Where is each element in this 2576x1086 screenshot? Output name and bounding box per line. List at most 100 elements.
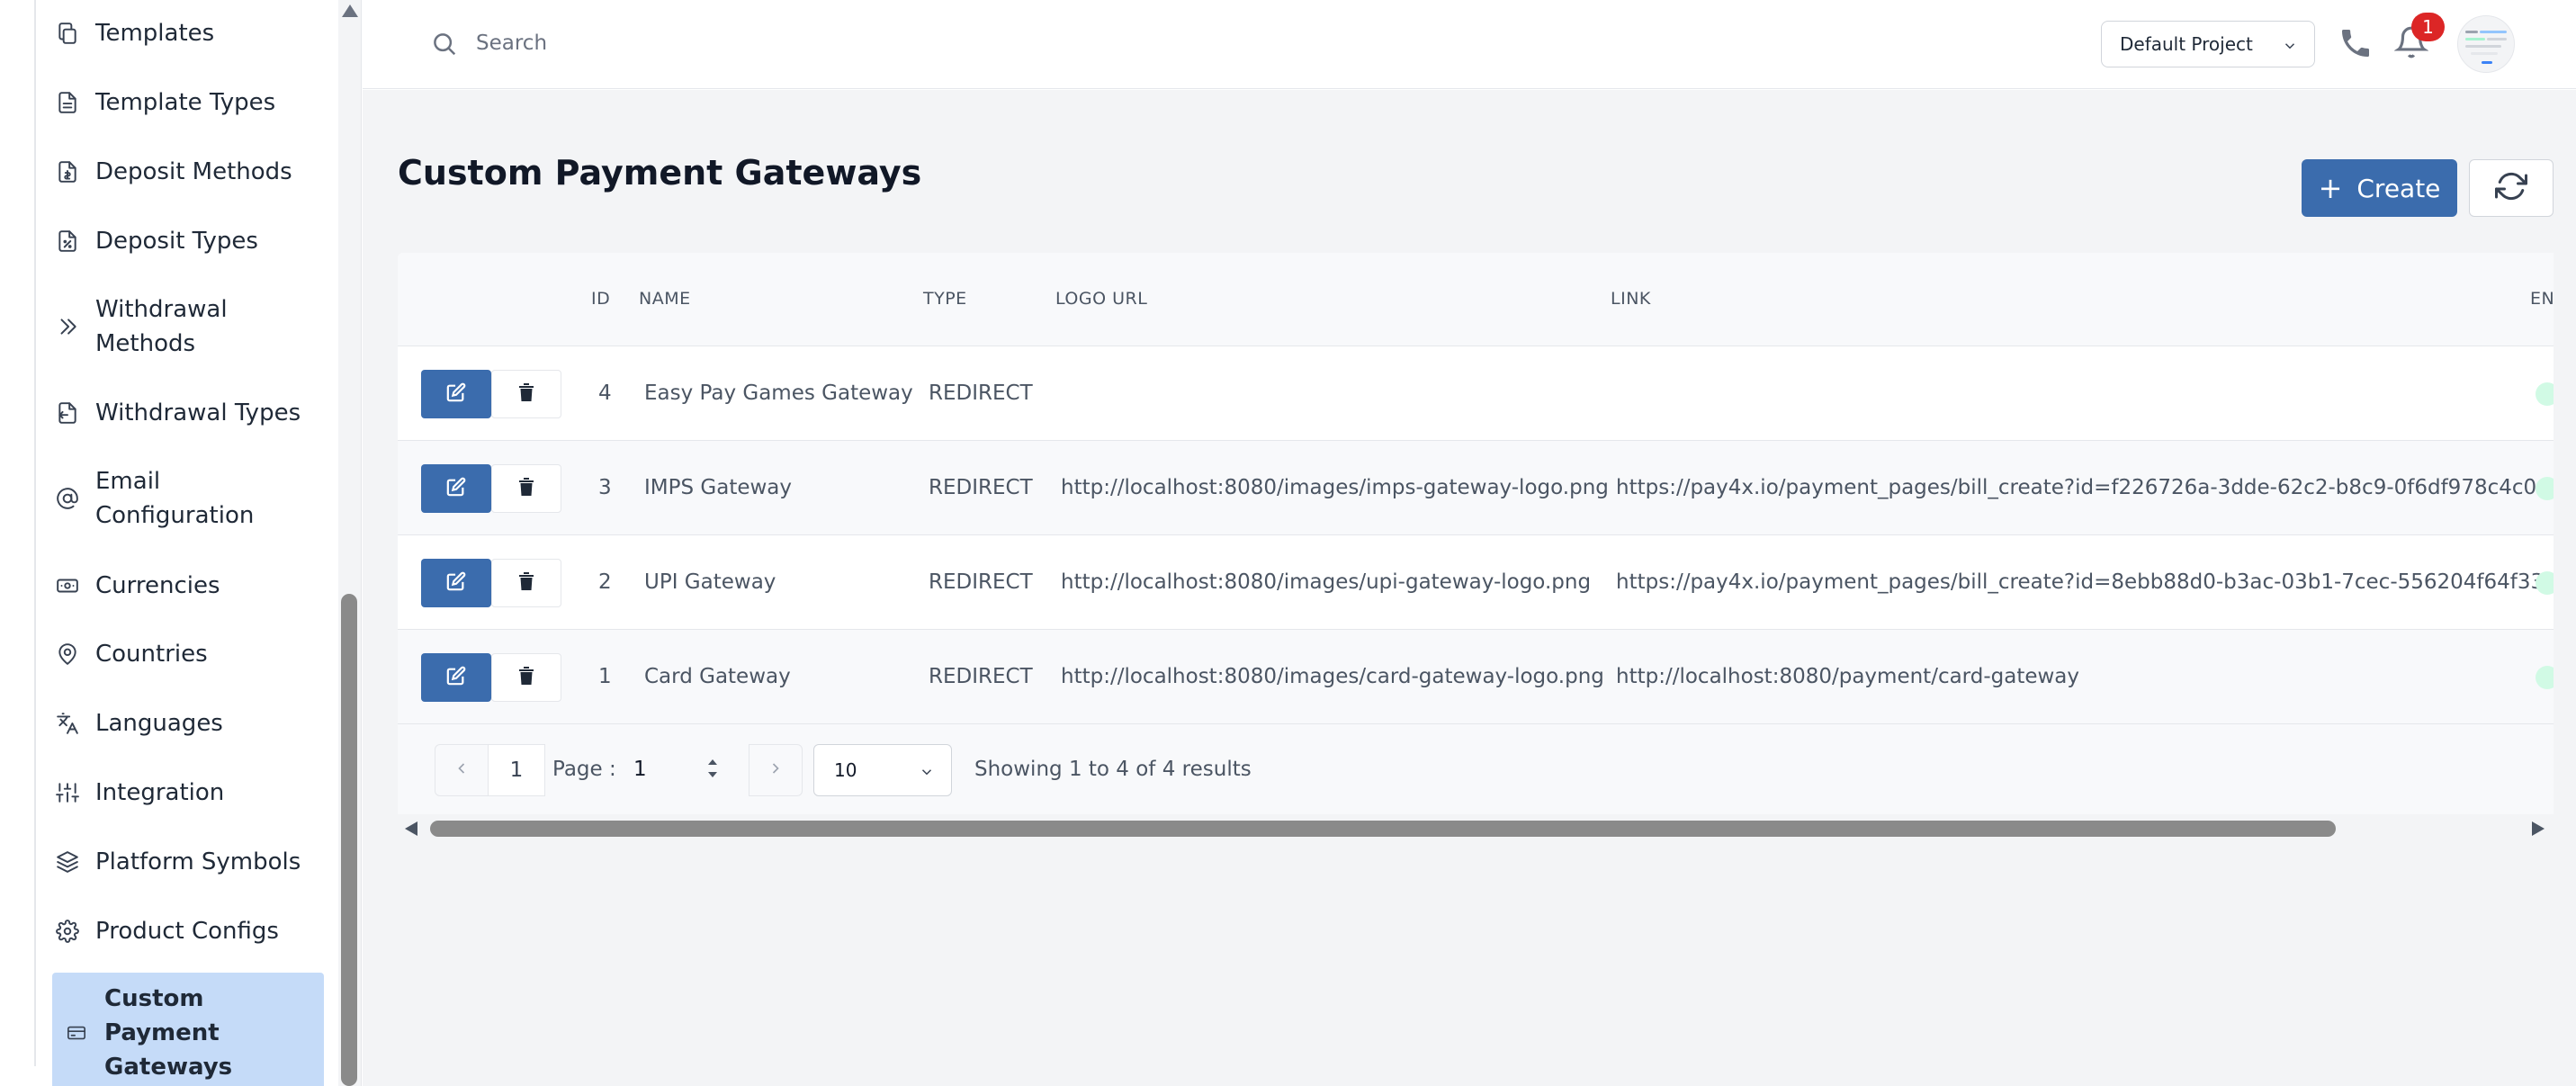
cell-id: 1 [598,665,612,688]
trash-icon [517,666,535,689]
page-label: Page : [552,758,616,781]
layers-icon [52,847,83,877]
table-horizontal-scrollbar[interactable] [398,814,2554,843]
sidebar-item-product-configs[interactable]: Product Configs [52,914,324,948]
page-size-select[interactable]: 10 [813,744,952,796]
table-row: 1 Card Gateway REDIRECT http://localhost… [398,630,2554,724]
prev-page-button[interactable] [435,744,489,796]
table-row: 3 IMPS Gateway REDIRECT http://localhost… [398,441,2554,535]
sidebar-item-template-types[interactable]: Template Types [52,85,324,120]
sidebar-item-label: Integration [95,779,225,806]
sidebar-item-label: Withdrawal Types [95,399,301,426]
delete-button[interactable] [491,653,561,702]
search-input[interactable] [476,25,1016,61]
sidebar-item-label: Product Configs [95,918,279,945]
refresh-icon [2495,170,2527,206]
edit-button[interactable] [421,370,491,418]
sidebar-item-label: Templates [95,20,215,47]
sidebar-rail [34,0,36,1066]
next-page-button[interactable] [749,744,803,796]
sidebar: Templates Template Types Deposit Methods… [0,0,362,1086]
file-percent-icon [52,226,83,256]
current-page-indicator[interactable]: 1 [488,744,545,796]
trash-icon [517,571,535,595]
sidebar-item-label: Languages [95,710,223,737]
page-title: Custom Payment Gateways [398,153,922,193]
cell-logo-url: http://localhost:8080/images/card-gatewa… [1061,665,1604,688]
cell-logo-url: http://localhost:8080/images/upi-gateway… [1061,570,1592,594]
map-pin-icon [52,639,83,669]
column-header-logo-url[interactable]: LOGO URL [1055,289,1147,309]
sidebar-item-label: Platform Symbols [95,848,301,875]
sidebar-item-label: Custom Payment Gateways [104,985,233,1081]
refresh-button[interactable] [2469,159,2554,217]
edit-button[interactable] [421,653,491,702]
sidebar-item-integration[interactable]: Integration [52,776,324,810]
sidebar-item-templates[interactable]: Templates [52,16,324,50]
edit-button[interactable] [421,559,491,607]
edit-button[interactable] [421,464,491,513]
column-header-type[interactable]: TYPE [923,289,967,309]
table-scroll-thumb[interactable] [430,821,2336,837]
plus-icon: + [2318,171,2343,205]
file-text-icon [52,87,83,118]
sidebar-item-withdrawal-methods[interactable]: Withdrawal Methods [52,292,324,361]
create-button[interactable]: + Create [2302,159,2457,217]
column-header-id[interactable]: ID [591,289,610,309]
edit-icon [446,477,466,500]
avatar[interactable] [2457,15,2515,73]
main-content: Custom Payment Gateways + Create ID NAME… [363,90,2576,1086]
sidebar-item-label: Deposit Methods [95,158,292,185]
sidebar-item-withdrawal-types[interactable]: Withdrawal Types [52,396,324,430]
trash-icon [517,477,535,500]
enabled-indicator [2536,477,2554,500]
sidebar-scroll-thumb[interactable] [341,594,357,1086]
cell-link[interactable]: https://pay4x.io/payment_pages/bill_crea… [1616,476,2536,499]
banknote-icon [52,570,83,601]
stepper-icon[interactable] [705,755,720,785]
scroll-left-arrow-icon[interactable] [405,821,417,836]
cell-name: Easy Pay Games Gateway [644,381,913,405]
enabled-indicator [2536,382,2554,406]
project-select[interactable]: Default Project [2101,21,2315,67]
edit-icon [446,666,466,689]
sidebar-item-countries[interactable]: Countries [52,637,324,671]
chevrons-right-icon [52,311,83,342]
delete-button[interactable] [491,464,561,513]
table-header: ID NAME TYPE LOGO URL LINK EN [398,253,2554,346]
cell-type: REDIRECT [929,570,1033,594]
sidebar-item-label: Email Configuration [95,468,255,529]
sidebar-scrollbar[interactable] [338,0,361,1086]
sidebar-item-languages[interactable]: Languages [52,706,324,740]
file-dollar-icon [52,157,83,187]
page-number-input[interactable]: 1 [633,758,647,781]
column-header-enabled[interactable]: EN [2530,289,2554,309]
sidebar-item-deposit-types[interactable]: Deposit Types [52,224,324,258]
scroll-right-arrow-icon[interactable] [2532,821,2545,836]
edit-icon [446,571,466,595]
page-size-value: 10 [834,759,857,781]
at-sign-icon [52,483,83,514]
scroll-up-arrow-icon[interactable] [342,4,358,17]
sidebar-item-deposit-methods[interactable]: Deposit Methods [52,155,324,189]
sidebar-item-custom-payment-gateways[interactable]: Custom Payment Gateways [52,973,324,1086]
cell-link[interactable]: http://localhost:8080/payment/card-gatew… [1616,665,2079,688]
delete-button[interactable] [491,370,561,418]
chevron-right-icon [767,759,785,781]
pagination: 1 Page : 1 10 Showing 1 to 4 of 4 result… [398,724,2554,814]
notification-badge: 1 [2411,13,2445,41]
sidebar-item-currencies[interactable]: Currencies [52,569,324,603]
table-row: 4 Easy Pay Games Gateway REDIRECT [398,346,2554,441]
sidebar-item-label: Countries [95,641,208,668]
cell-id: 2 [598,570,612,594]
sliders-icon [52,777,83,808]
sidebar-item-email-configuration[interactable]: Email Configuration [52,464,324,533]
column-header-link[interactable]: LINK [1611,289,1651,309]
sidebar-item-platform-symbols[interactable]: Platform Symbols [52,845,324,879]
column-header-name[interactable]: NAME [639,289,691,309]
cell-link[interactable]: https://pay4x.io/payment_pages/bill_crea… [1616,570,2544,594]
phone-icon[interactable] [2338,25,2374,61]
delete-button[interactable] [491,559,561,607]
sidebar-item-label: Currencies [95,572,220,599]
chevron-left-icon [453,759,471,781]
